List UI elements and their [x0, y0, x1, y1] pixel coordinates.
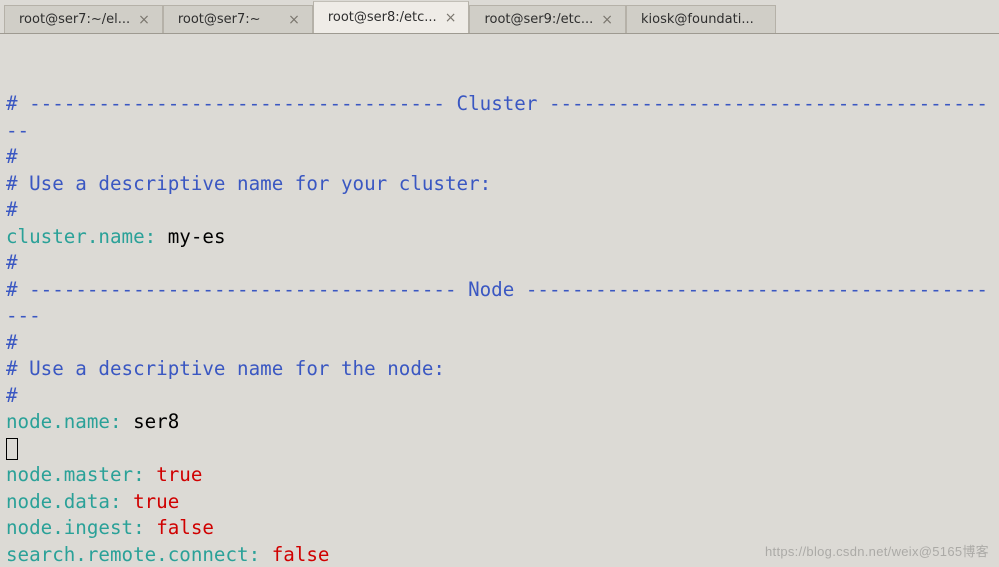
close-icon[interactable]: ×: [599, 13, 615, 27]
config-key: node.data: [6, 490, 110, 513]
tab-label: root@ser7:~: [178, 12, 280, 27]
config-line: [6, 436, 993, 463]
config-value: false: [272, 543, 330, 566]
config-value: my-es: [168, 225, 226, 248]
config-line: search.remote.connect: false: [6, 542, 993, 567]
config-separator: :: [249, 543, 272, 566]
terminal-tab[interactable]: root@ser9:/etc... ×: [469, 5, 626, 33]
config-key: node.name: [6, 410, 110, 433]
comment-text: #: [6, 251, 18, 274]
tab-label: kiosk@foundati...: [641, 12, 765, 27]
config-value: true: [156, 463, 202, 486]
terminal-tab[interactable]: root@ser7:~/el... ×: [4, 5, 163, 33]
config-value: true: [133, 490, 179, 513]
comment-text: #: [6, 331, 18, 354]
config-value: false: [156, 516, 214, 539]
close-icon[interactable]: ×: [136, 13, 152, 27]
config-line: node.data: true: [6, 489, 993, 516]
terminal-tab[interactable]: kiosk@foundati...: [626, 5, 776, 33]
section-dash-left: -------------------------------------: [29, 278, 456, 301]
terminal-cursor: [6, 438, 18, 460]
comment-text: # Use a descriptive name for your cluste…: [6, 172, 491, 195]
config-line: # Use a descriptive name for your cluste…: [6, 171, 993, 198]
section-title: Cluster: [445, 92, 549, 115]
comment-text: # Use a descriptive name for the node:: [6, 357, 445, 380]
close-icon[interactable]: ×: [286, 13, 302, 27]
config-line: node.master: true: [6, 462, 993, 489]
config-key: search.remote.connect: [6, 543, 249, 566]
tab-label: root@ser9:/etc...: [484, 12, 593, 27]
comment-text: #: [6, 145, 18, 168]
config-value: ser8: [133, 410, 179, 433]
config-line: #: [6, 144, 993, 171]
section-title: Node: [457, 278, 526, 301]
terminal-tab[interactable]: root@ser8:/etc... ×: [313, 1, 470, 33]
config-separator: :: [133, 516, 156, 539]
config-line: #: [6, 383, 993, 410]
section-prefix: #: [6, 278, 29, 301]
config-line: node.name: ser8: [6, 409, 993, 436]
comment-text: #: [6, 198, 18, 221]
config-separator: :: [133, 463, 156, 486]
config-separator: :: [110, 490, 133, 513]
tab-bar: root@ser7:~/el...×root@ser7:~×root@ser8:…: [0, 0, 999, 34]
config-line: # Use a descriptive name for the node:: [6, 356, 993, 383]
terminal-content: # ------------------------------------ C…: [6, 91, 993, 567]
config-line: # ------------------------------------ C…: [6, 91, 993, 144]
config-separator: :: [145, 225, 168, 248]
config-separator: :: [110, 410, 133, 433]
config-key: cluster.name: [6, 225, 145, 248]
comment-text: #: [6, 384, 18, 407]
tab-label: root@ser7:~/el...: [19, 12, 130, 27]
config-line: #: [6, 250, 993, 277]
config-key: node.ingest: [6, 516, 133, 539]
config-line: #: [6, 197, 993, 224]
section-dash-left: ------------------------------------: [29, 92, 445, 115]
config-line: #: [6, 330, 993, 357]
config-line: node.ingest: false: [6, 515, 993, 542]
config-line: cluster.name: my-es: [6, 224, 993, 251]
terminal-tab[interactable]: root@ser7:~ ×: [163, 5, 313, 33]
config-line: # ------------------------------------- …: [6, 277, 993, 330]
close-icon[interactable]: ×: [443, 11, 459, 25]
section-prefix: #: [6, 92, 29, 115]
terminal-pane[interactable]: # ------------------------------------ C…: [0, 34, 999, 567]
config-key: node.master: [6, 463, 133, 486]
tab-label: root@ser8:/etc...: [328, 10, 437, 25]
